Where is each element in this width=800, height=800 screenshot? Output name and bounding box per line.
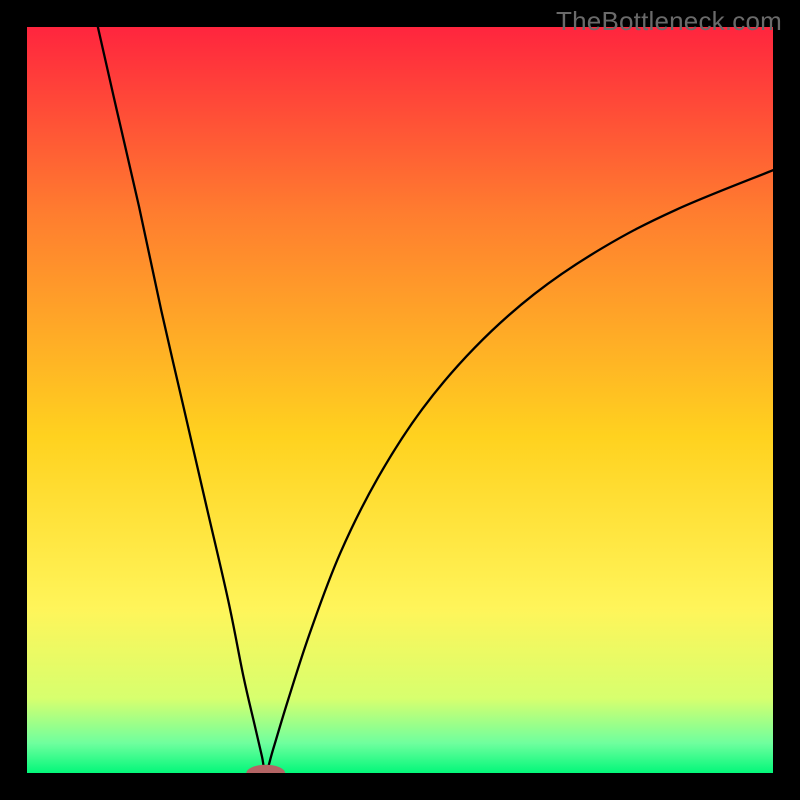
plot-area	[27, 27, 773, 773]
gradient-background	[27, 27, 773, 773]
chart-svg	[27, 27, 773, 773]
watermark-label: TheBottleneck.com	[556, 6, 782, 37]
chart-frame: TheBottleneck.com	[0, 0, 800, 800]
